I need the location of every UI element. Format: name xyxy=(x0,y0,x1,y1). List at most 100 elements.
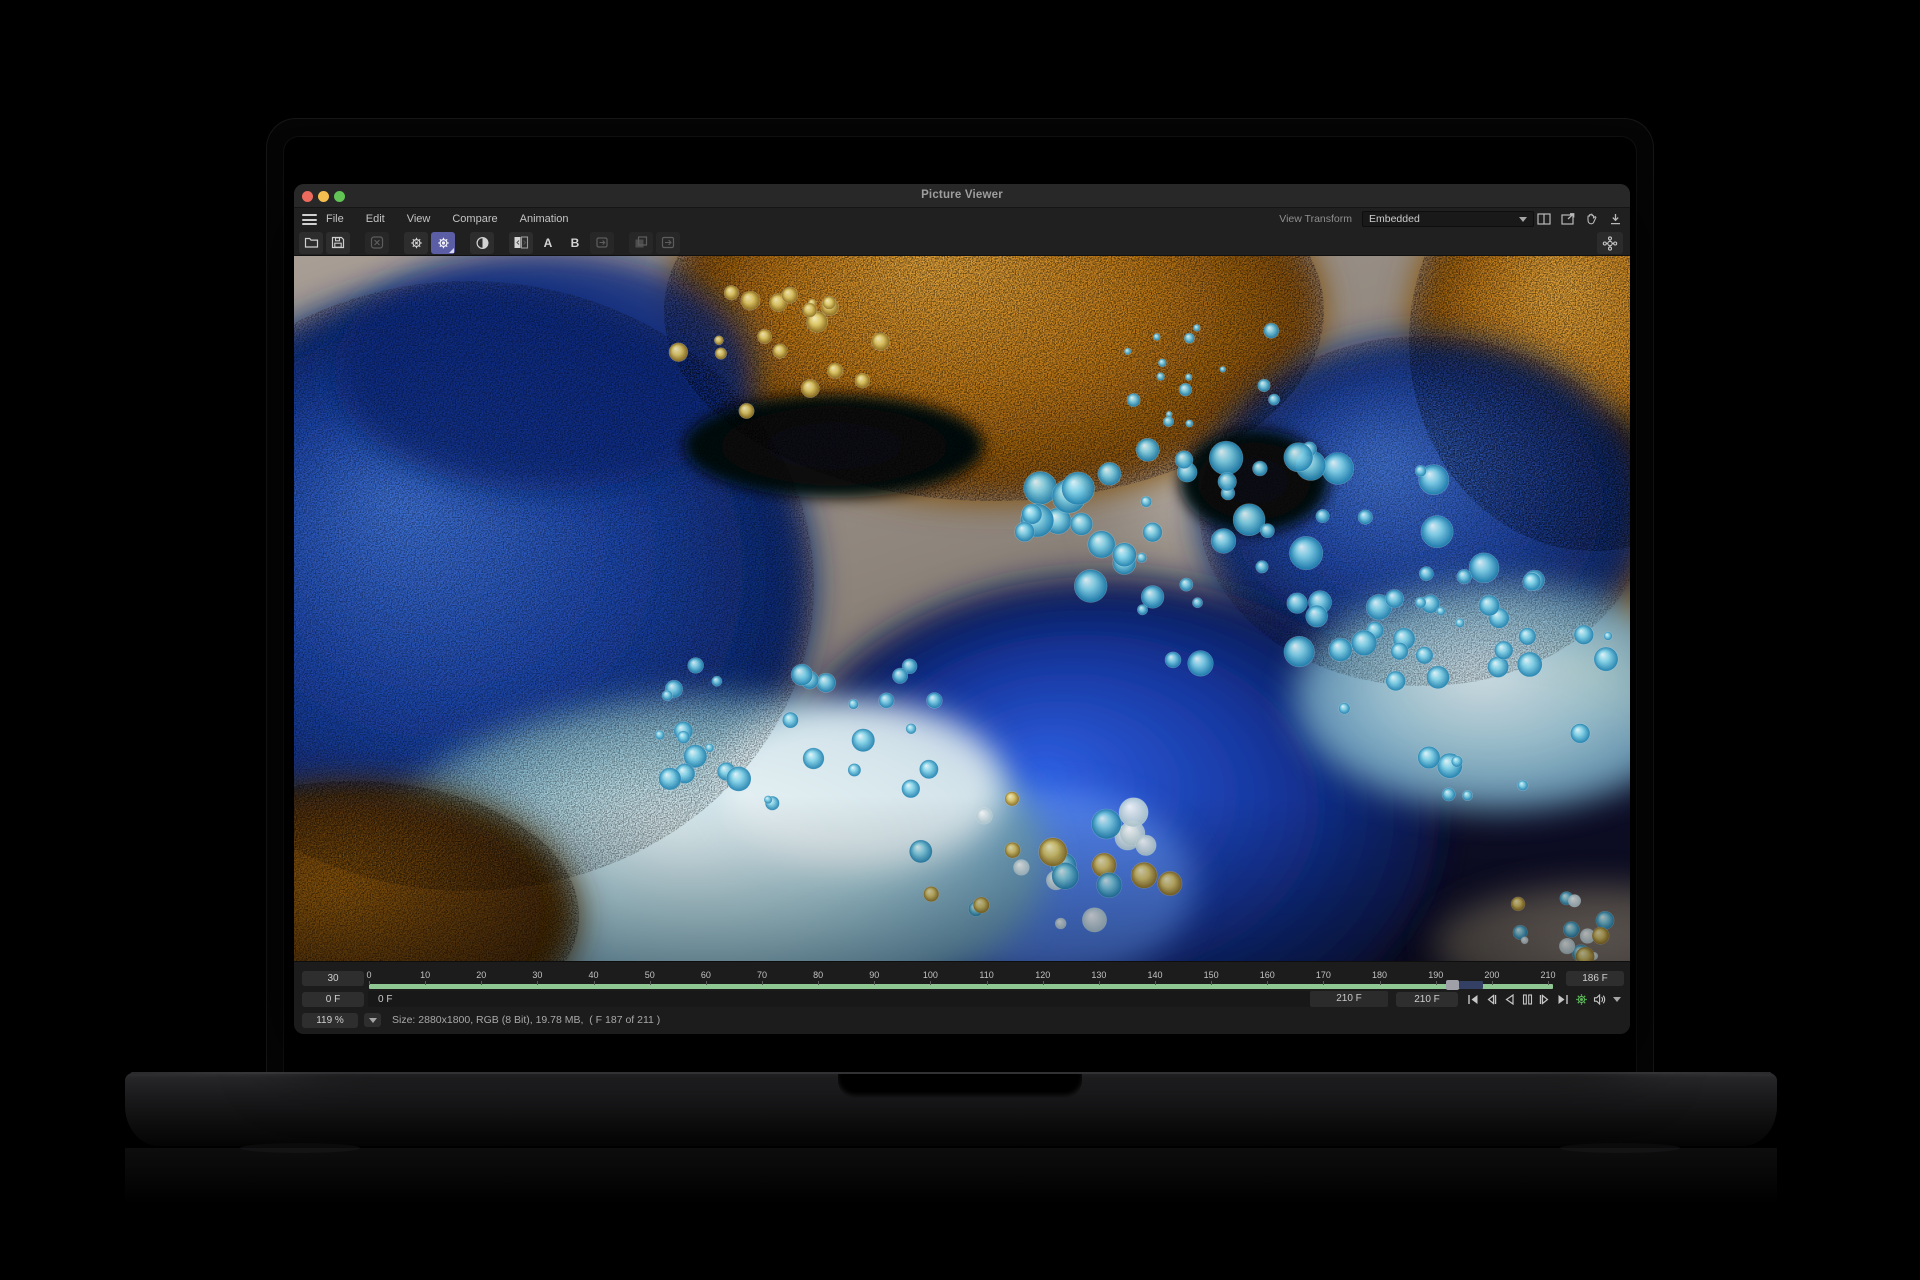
play-backward-button[interactable] xyxy=(1502,992,1516,1006)
node-material-button[interactable] xyxy=(1597,232,1623,254)
ruler-tick-line xyxy=(762,981,763,985)
ruler-tick-label: 100 xyxy=(922,970,938,980)
contrast-filter-button[interactable] xyxy=(470,231,494,254)
fps-field[interactable]: 30 xyxy=(302,971,364,986)
ruler-tick-label: 210 xyxy=(1540,970,1556,980)
ruler-tick-label: 60 xyxy=(700,970,711,980)
ruler-tick-line xyxy=(1098,981,1100,985)
ruler-tick-line xyxy=(369,981,370,985)
playhead-frame-field[interactable]: 186 F xyxy=(1566,971,1624,986)
end-frame-field[interactable]: 210 F xyxy=(1396,992,1458,1007)
hamburger-menu-icon[interactable] xyxy=(302,214,317,225)
effects-gear-button[interactable] xyxy=(431,231,455,254)
view-transform-value: Embedded xyxy=(1369,213,1420,225)
viewer-layout-icons xyxy=(1535,211,1624,227)
ruler-tick-label: 0 xyxy=(366,970,372,980)
ruler-tick-line xyxy=(1323,981,1325,985)
swap-ab-button xyxy=(590,231,614,254)
menu-item-edit[interactable]: Edit xyxy=(366,213,385,225)
skip-to-end-button[interactable] xyxy=(1556,992,1570,1006)
split-view-icon[interactable] xyxy=(1535,211,1552,227)
audio-button[interactable] xyxy=(1592,992,1606,1006)
ruler-tick-line xyxy=(1267,981,1269,985)
ruler-tick-label: 140 xyxy=(1147,970,1163,980)
toolbar: A B xyxy=(294,230,1630,256)
skip-to-start-button[interactable] xyxy=(1466,992,1480,1006)
ruler-tick-line xyxy=(986,981,988,985)
title-bar[interactable]: Picture Viewer xyxy=(294,184,1630,208)
compare-images-button[interactable] xyxy=(509,231,533,254)
view-transform-dropdown[interactable]: Embedded xyxy=(1362,211,1534,227)
ruler-tick-label: 20 xyxy=(476,970,487,980)
ruler-tick-label: 10 xyxy=(420,970,431,980)
ruler-tick-line xyxy=(1155,981,1156,985)
view-transform-label: View Transform xyxy=(1279,213,1352,225)
laptop-lid-notch xyxy=(838,1074,1082,1098)
ruler-tick-label: 150 xyxy=(1203,970,1219,980)
ruler-tick-label: 180 xyxy=(1372,970,1388,980)
ruler-tick-label: 200 xyxy=(1484,970,1500,980)
render-settings-gear-button[interactable] xyxy=(404,231,428,254)
ruler-tick-line xyxy=(818,981,820,985)
preview-range-track[interactable]: 0 F 210 F xyxy=(368,991,1388,1007)
ruler-tick-line xyxy=(930,981,932,985)
set-a-button[interactable]: A xyxy=(536,232,560,254)
ruler-tick-label: 70 xyxy=(756,970,768,980)
start-frame-field[interactable]: 0 F xyxy=(302,992,364,1007)
menu-items: File Edit View Compare Animation xyxy=(326,208,569,230)
frame-ruler[interactable]: 0 10 20 30 40 50 60 70 80 90 100 110 120 130 140 150 160… xyxy=(366,970,1562,990)
copy-image-button xyxy=(629,231,653,254)
ruler-tick-line xyxy=(649,981,651,985)
step-backward-button[interactable] xyxy=(1484,992,1498,1006)
range-end-label[interactable]: 210 F xyxy=(1310,991,1388,1007)
window-title: Picture Viewer xyxy=(921,189,1003,201)
ruler-tick-line xyxy=(1211,981,1213,985)
ruler-tick-line xyxy=(874,981,876,985)
ruler-tick-line xyxy=(537,981,539,985)
ruler-tick-label: 40 xyxy=(588,970,599,980)
ruler-tick-line xyxy=(1435,981,1437,985)
open-folder-button[interactable] xyxy=(299,231,323,254)
ruler-tick-label: 190 xyxy=(1428,970,1444,980)
menu-item-animation[interactable]: Animation xyxy=(520,213,569,225)
transport-controls xyxy=(1466,991,1624,1007)
zoom-level-field[interactable]: 119 % xyxy=(302,1013,358,1028)
ruler-tick-label: 30 xyxy=(532,970,543,980)
ruler-tick-line xyxy=(481,981,483,985)
ruler-tick-line xyxy=(705,981,707,985)
ruler-tick-line xyxy=(425,981,427,985)
more-options-chevron-button[interactable] xyxy=(1610,992,1624,1006)
step-forward-button[interactable] xyxy=(1538,992,1552,1006)
download-image-icon[interactable] xyxy=(1607,211,1624,227)
menu-item-file[interactable]: File xyxy=(326,213,344,225)
ruler-tick-line xyxy=(1491,981,1493,985)
save-button[interactable] xyxy=(326,231,350,254)
zoom-dropdown-button[interactable] xyxy=(364,1013,381,1027)
render-settings-green-gear-button[interactable] xyxy=(1574,992,1588,1006)
set-b-button[interactable]: B xyxy=(563,232,587,254)
playhead-range xyxy=(1459,981,1483,989)
ruler-tick-label: 110 xyxy=(979,970,994,980)
range-start-label: 0 F xyxy=(378,993,393,1005)
ruler-tick-line xyxy=(1379,981,1381,985)
ruler-tick-label: 80 xyxy=(813,970,824,980)
menu-bar: File Edit View Compare Animation View Transf… xyxy=(294,208,1630,230)
ruler-tick-label: 130 xyxy=(1091,970,1107,980)
menu-item-compare[interactable]: Compare xyxy=(452,213,497,225)
render-image xyxy=(294,256,1630,961)
ruler-tick-line xyxy=(593,981,595,985)
open-external-window-icon[interactable] xyxy=(1559,211,1576,227)
pan-hand-icon[interactable] xyxy=(1583,211,1600,227)
cache-bar xyxy=(369,984,1553,989)
playhead-handle[interactable] xyxy=(1446,980,1459,990)
ruler-tick-line xyxy=(1548,981,1549,985)
ruler-tick-label: 160 xyxy=(1259,970,1275,980)
export-image-button xyxy=(656,231,680,254)
image-info-status: Size: 2880x1800, RGB (8 Bit), 19.78 MB, … xyxy=(392,1014,661,1026)
ruler-tick-label: 50 xyxy=(644,970,655,980)
pause-button[interactable] xyxy=(1520,992,1534,1006)
ruler-tick-line xyxy=(1042,981,1044,985)
stop-render-button xyxy=(365,231,389,254)
picture-viewer-window: Picture Viewer File Edit View Compare Animat… xyxy=(294,184,1630,1034)
menu-item-view[interactable]: View xyxy=(407,213,431,225)
